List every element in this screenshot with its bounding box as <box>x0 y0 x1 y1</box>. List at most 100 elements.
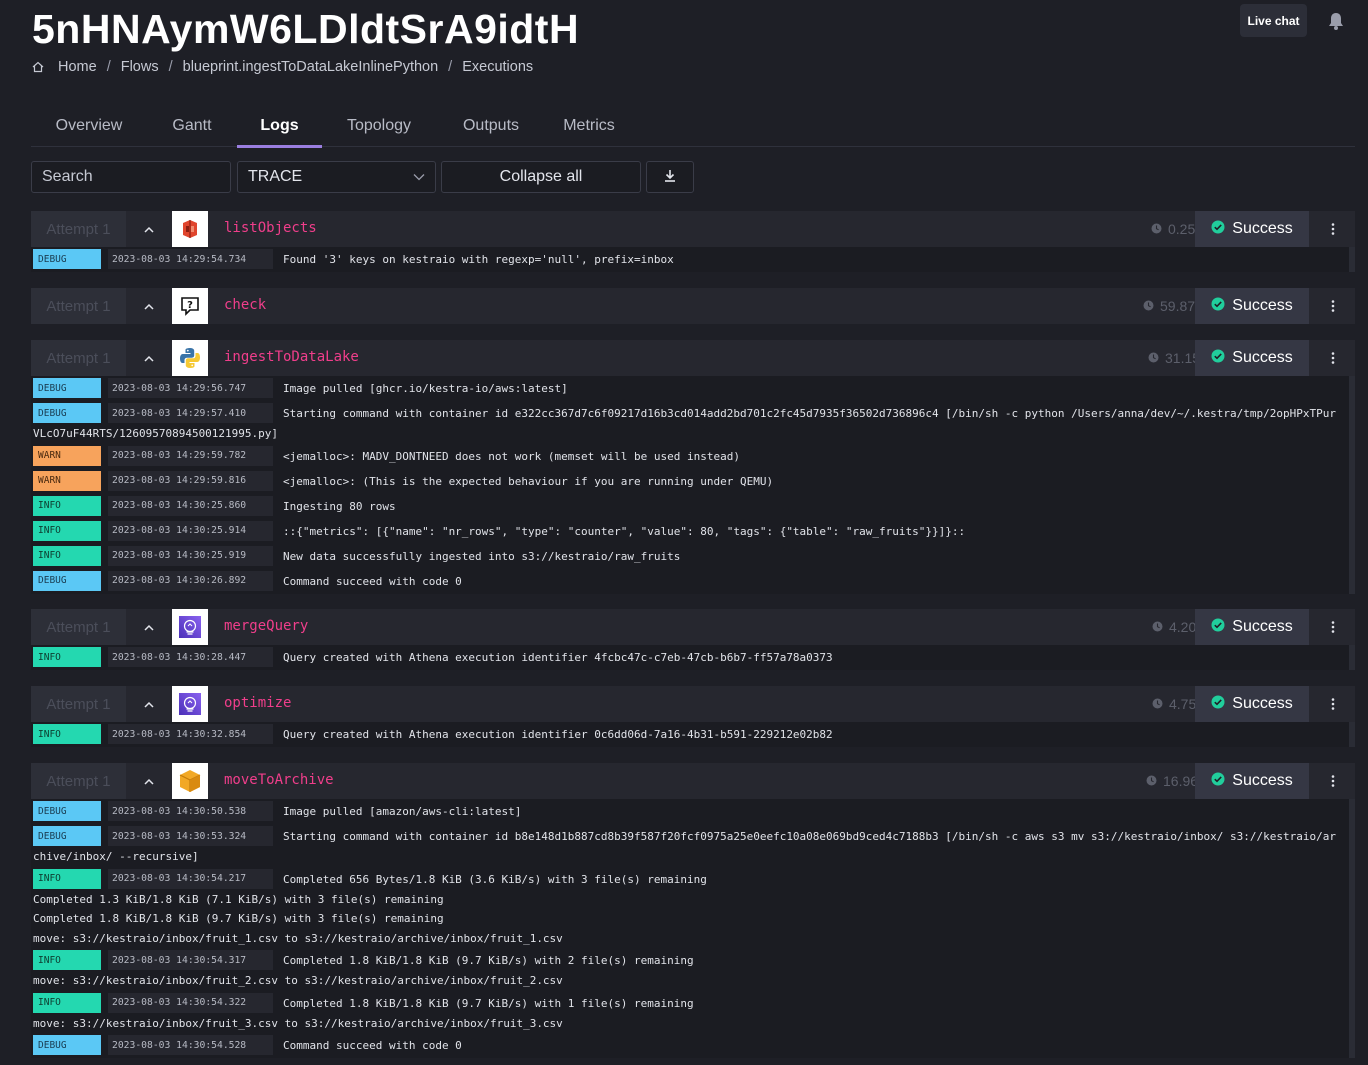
log-timestamp: 2023-08-03 14:30:25.919 <box>108 545 273 566</box>
log-message: Completed 1.8 KiB/1.8 KiB (9.7 KiB/s) wi… <box>283 996 694 1010</box>
log-list: DEBUG 2023-08-03 14:29:54.734 Found '3' ke… <box>31 247 1355 272</box>
task-header[interactable]: Attempt 1 moveToArchive 16.96s Success <box>31 763 1355 799</box>
log-level-badge: INFO <box>33 950 101 970</box>
task-name[interactable]: optimize <box>224 695 291 711</box>
task-header[interactable]: Attempt 1 listObjects 0.25s Success <box>31 211 1355 247</box>
live-chat-button[interactable]: Live chat <box>1240 4 1307 37</box>
task-name[interactable]: ingestToDataLake <box>224 349 359 365</box>
search-input[interactable] <box>42 168 249 186</box>
log-row: WARN 2023-08-03 14:29:59.782 <jemalloc>: M… <box>33 444 1347 466</box>
status-badge: Success <box>1195 763 1309 799</box>
log-timestamp: 2023-08-03 14:29:59.782 <box>108 445 273 466</box>
log-level-badge: DEBUG <box>33 249 101 269</box>
log-message: Starting command with container id b8e14… <box>283 830 1336 843</box>
log-level-badge: INFO <box>33 868 101 889</box>
chevron-down-icon <box>413 168 425 186</box>
status-badge: Success <box>1195 686 1309 722</box>
log-row: DEBUG 2023-08-03 14:30:54.528 Command succ… <box>33 1033 1347 1055</box>
chevron-up-icon[interactable] <box>143 223 155 235</box>
task-name[interactable]: listObjects <box>224 220 317 236</box>
log-level-badge: INFO <box>33 724 101 744</box>
log-message: ::{"metrics": [{"name": "nr_rows", "type… <box>283 524 966 538</box>
tab-outputs[interactable]: Outputs <box>436 104 546 147</box>
log-line: INFO 2023-08-03 14:30:25.860 Ingesting 80 … <box>31 494 1355 519</box>
log-timestamp: 2023-08-03 14:29:56.747 <box>108 378 273 398</box>
chevron-up-icon[interactable] <box>143 775 155 787</box>
clock-icon <box>1143 298 1154 314</box>
log-row: INFO 2023-08-03 14:30:54.322 Completed 1.8… <box>33 991 1347 1013</box>
collapse-all-button[interactable]: Collapse all <box>441 161 641 193</box>
breadcrumb-flows[interactable]: Flows <box>121 59 159 75</box>
task-name[interactable]: check <box>224 297 266 313</box>
log-row: DEBUG 2023-08-03 14:30:53.324 Starting com… <box>33 824 1347 846</box>
log-line: DEBUG 2023-08-03 14:29:57.410 Starting com… <box>31 401 1355 444</box>
log-line: INFO 2023-08-03 14:30:25.914::{"metrics":… <box>31 519 1355 544</box>
log-message: Found '3' keys on kestraio with regexp='… <box>283 253 674 266</box>
tab-gantt[interactable]: Gantt <box>147 104 237 147</box>
log-line: INFO 2023-08-03 14:30:28.447 Query created… <box>31 645 1355 670</box>
log-message: Command succeed with code 0 <box>283 574 462 588</box>
page-title: 5nHNAymW6LDldtSrA9idtH <box>32 6 580 52</box>
task-block-listobjects: Attempt 1 listObjects 0.25s Success DEBUG 202… <box>31 211 1355 272</box>
log-line: DEBUG 2023-08-03 14:30:54.528 Command succ… <box>31 1033 1355 1058</box>
log-message: Starting command with container id e322c… <box>283 407 1336 420</box>
log-level-badge: DEBUG <box>33 570 101 591</box>
log-message: Command succeed with code 0 <box>283 1039 462 1052</box>
log-list: INFO 2023-08-03 14:30:32.854 Query created… <box>31 722 1355 747</box>
status-badge: Success <box>1195 340 1309 376</box>
log-timestamp: 2023-08-03 14:30:25.914 <box>108 520 273 541</box>
log-level-badge: INFO <box>33 545 101 566</box>
log-line: DEBUG 2023-08-03 14:29:54.734 Found '3' ke… <box>31 247 1355 272</box>
log-message: Completed 656 Bytes/1.8 KiB (3.6 KiB/s) … <box>283 872 707 886</box>
task-block-optimize: Attempt 1 optimize 4.75s Success INFO 2023-08… <box>31 686 1355 747</box>
attempt-label: Attempt 1 <box>31 763 126 799</box>
svg-text:?: ? <box>187 300 193 311</box>
task-block-check: Attempt 1? check 59.87s Success <box>31 288 1355 324</box>
download-button[interactable] <box>646 161 694 193</box>
log-line: INFO 2023-08-03 14:30:32.854 Query created… <box>31 722 1355 747</box>
task-header[interactable]: Attempt 1? check 59.87s Success <box>31 288 1355 324</box>
chevron-up-icon[interactable] <box>143 352 155 364</box>
log-level-badge: DEBUG <box>33 403 101 423</box>
tab-metrics[interactable]: Metrics <box>546 104 632 147</box>
breadcrumb-executions[interactable]: Executions <box>462 59 533 75</box>
status-text: Success <box>1232 695 1293 712</box>
more-vertical-icon[interactable] <box>1325 298 1341 314</box>
more-vertical-icon[interactable] <box>1325 619 1341 635</box>
tab-overview[interactable]: Overview <box>31 104 147 147</box>
aws-cli-icon <box>172 763 208 799</box>
task-header[interactable]: Attempt 1 mergeQuery 4.20s Success <box>31 609 1355 645</box>
log-timestamp: 2023-08-03 14:30:54.322 <box>108 992 273 1013</box>
clock-icon <box>1152 619 1163 635</box>
breadcrumb-separator: / <box>448 59 453 75</box>
more-vertical-icon[interactable] <box>1325 221 1341 237</box>
task-name[interactable]: moveToArchive <box>224 772 334 788</box>
breadcrumb-flow[interactable]: blueprint.ingestToDataLakeInlinePython <box>183 59 439 75</box>
log-level-select[interactable]: TRACE <box>237 161 436 193</box>
task-header[interactable]: Attempt 1 optimize 4.75s Success <box>31 686 1355 722</box>
task-name[interactable]: mergeQuery <box>224 618 308 634</box>
log-line: INFO 2023-08-03 14:30:54.217 Completed 656… <box>31 867 1355 949</box>
log-timestamp: 2023-08-03 14:30:25.860 <box>108 495 273 516</box>
tab-topology[interactable]: Topology <box>322 104 436 147</box>
log-level-value: TRACE <box>248 168 303 185</box>
chevron-up-icon[interactable] <box>143 621 155 633</box>
log-line: WARN 2023-08-03 14:29:59.816 <jemalloc>: (… <box>31 469 1355 494</box>
check-circle-icon <box>1211 772 1225 791</box>
clock-icon <box>1146 773 1157 789</box>
more-vertical-icon[interactable] <box>1325 350 1341 366</box>
more-vertical-icon[interactable] <box>1325 696 1341 712</box>
task-header[interactable]: Attempt 1 ingestToDataLake 31.15s Success <box>31 340 1355 376</box>
more-vertical-icon[interactable] <box>1325 773 1341 789</box>
task-block-ingesttodatalake: Attempt 1 ingestToDataLake 31.15s Success DE… <box>31 340 1355 594</box>
chevron-up-icon[interactable] <box>143 698 155 710</box>
log-row: DEBUG 2023-08-03 14:29:54.734 Found '3' ke… <box>33 247 1347 269</box>
log-timestamp: 2023-08-03 14:30:28.447 <box>108 647 273 667</box>
chevron-up-icon[interactable] <box>143 300 155 312</box>
tab-logs[interactable]: Logs <box>237 104 322 148</box>
log-continuation: chive/inbox/ --recursive] <box>33 846 1347 867</box>
breadcrumb-home[interactable]: Home <box>58 59 97 75</box>
log-row: WARN 2023-08-03 14:29:59.816 <jemalloc>: (… <box>33 469 1347 491</box>
bell-icon[interactable] <box>1326 11 1346 31</box>
attempt-label: Attempt 1 <box>31 340 126 376</box>
